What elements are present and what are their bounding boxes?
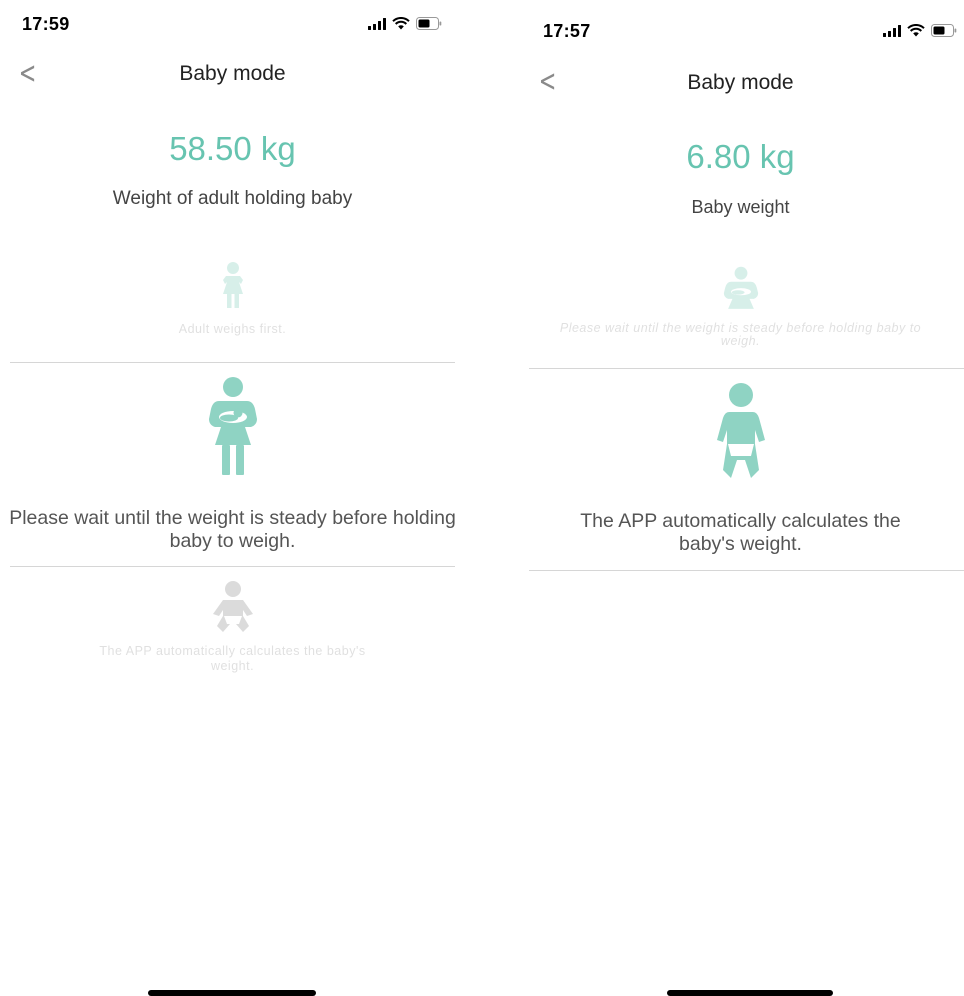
- baby-icon: [716, 383, 765, 478]
- step-hold-baby: Please wait until the weight is steady b…: [517, 266, 964, 348]
- page-title: Baby mode: [179, 62, 286, 85]
- weight-caption: Baby weight: [691, 197, 790, 217]
- wifi-icon: [907, 24, 925, 37]
- step-text: Adult weighs first.: [178, 322, 287, 336]
- divider: [529, 368, 964, 369]
- divider: [10, 566, 455, 567]
- step-app-calculates: The APP automatically calculates the bab…: [517, 382, 964, 557]
- battery-icon: [416, 17, 442, 30]
- wifi-icon: [392, 17, 410, 30]
- adult-holding-baby-icon: [723, 266, 758, 309]
- weight-caption: Weight of adult holding baby: [112, 188, 353, 209]
- page-title: Baby mode: [687, 71, 794, 94]
- step-app-calculates: The APP automatically calculates the bab…: [0, 580, 465, 674]
- weight-value: 58.50 kg: [169, 130, 296, 167]
- signal-icon: [368, 17, 386, 30]
- step-hold-baby: Please wait until the weight is steady b…: [0, 375, 465, 554]
- home-indicator[interactable]: [148, 990, 316, 996]
- step-adult-weighs: Adult weighs first.: [0, 260, 465, 337]
- status-icons: [883, 24, 957, 37]
- baby-icon: [212, 581, 253, 632]
- signal-icon: [883, 24, 901, 37]
- step-text: The APP automatically calculates the bab…: [99, 644, 366, 673]
- adult-woman-icon: [222, 262, 243, 308]
- status-time: 17:57: [543, 21, 591, 41]
- left-screen: 17:59 < Baby mode 58.50 kg Weight of adu…: [0, 0, 465, 996]
- adult-holding-baby-icon: [208, 377, 257, 475]
- weight-value: 6.80 kg: [686, 138, 795, 175]
- status-icons: [368, 17, 442, 30]
- battery-icon: [931, 24, 957, 37]
- step-text: Please wait until the weight is steady b…: [9, 507, 456, 553]
- home-indicator[interactable]: [667, 990, 833, 996]
- divider: [10, 362, 455, 363]
- divider: [529, 570, 964, 571]
- step-text: The APP automatically calculates the bab…: [580, 510, 901, 556]
- step-text: Please wait until the weight is steady b…: [559, 321, 922, 349]
- right-screen: 17:57 < Baby mode 6.80 kg Baby weight Pl…: [517, 0, 964, 996]
- status-time: 17:59: [22, 14, 70, 34]
